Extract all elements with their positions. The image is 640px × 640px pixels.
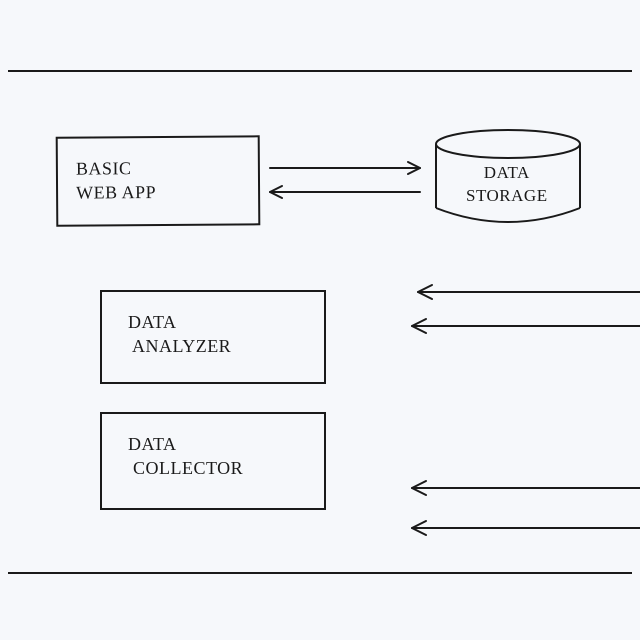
node-collector: Data Collector bbox=[100, 412, 326, 510]
node-analyzer-label: Data Analyzer bbox=[128, 310, 231, 359]
node-webapp-label: Basic Web App bbox=[76, 156, 156, 205]
node-collector-label: Data Collector bbox=[128, 432, 243, 481]
diagram-canvas: Basic Web App Data Storage Data Analyzer… bbox=[0, 0, 640, 640]
node-analyzer: Data Analyzer bbox=[100, 290, 326, 384]
node-webapp: Basic Web App bbox=[56, 135, 261, 226]
node-storage-label: Data Storage bbox=[466, 162, 548, 208]
node-storage: Data Storage bbox=[432, 128, 584, 228]
